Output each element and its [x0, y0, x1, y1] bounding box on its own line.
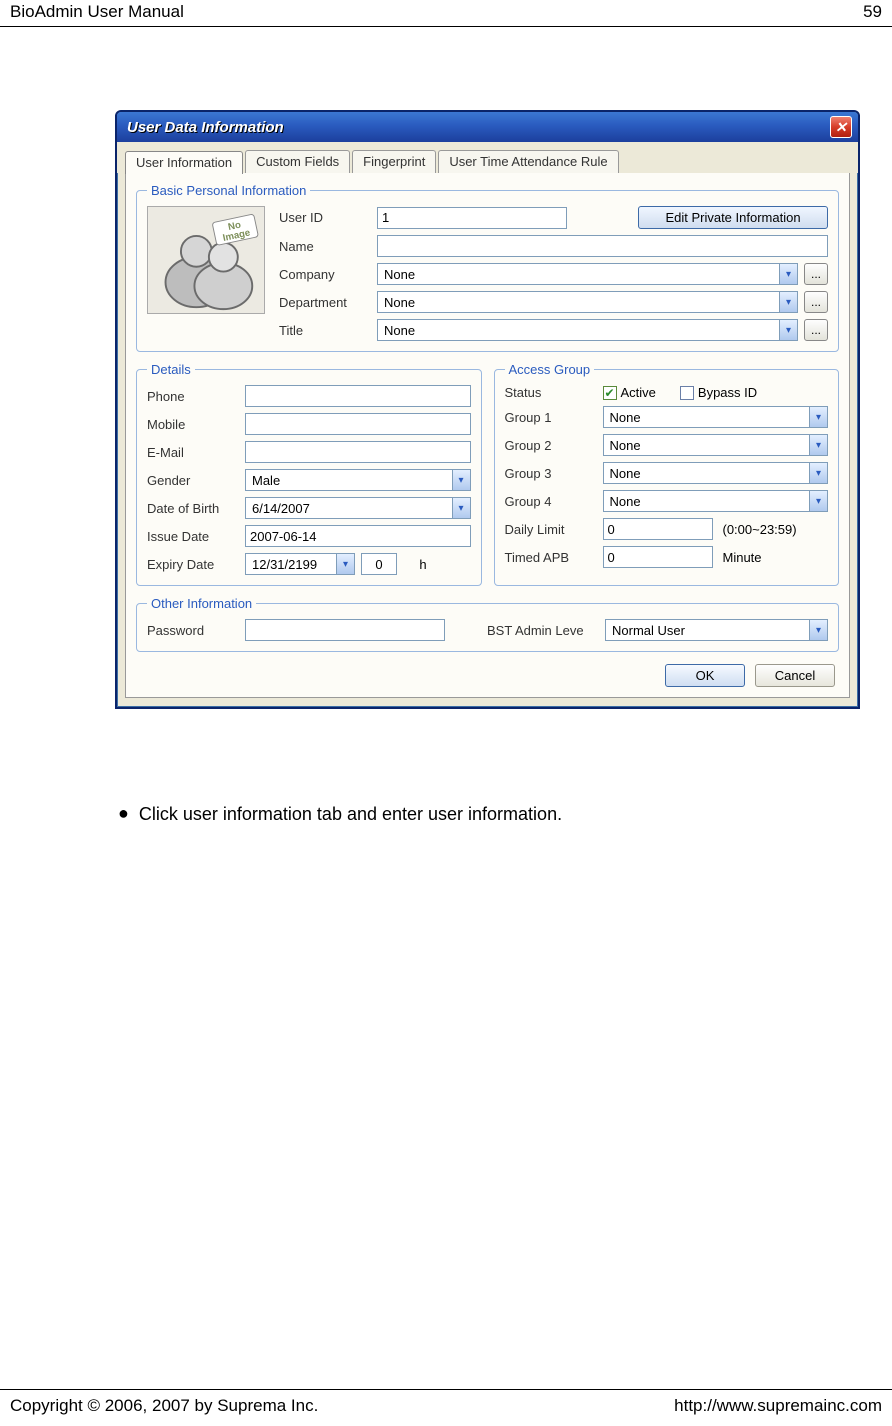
chevron-down-icon: ▾ — [809, 435, 827, 455]
status-label: Status — [505, 385, 597, 400]
access-legend: Access Group — [505, 362, 595, 377]
email-input[interactable] — [245, 441, 471, 463]
daily-limit-hint: (0:00~23:59) — [723, 522, 797, 537]
expiry-date-label: Expiry Date — [147, 557, 239, 572]
basic-legend: Basic Personal Information — [147, 183, 310, 198]
bst-admin-level-select[interactable]: Normal User▾ — [605, 619, 828, 641]
company-select[interactable]: None ▾ — [377, 263, 798, 285]
details-group: Details Phone Mobile E-Mail Gender Male▾… — [136, 362, 482, 586]
basic-personal-info-group: Basic Personal Information No Image — [136, 183, 839, 352]
titlebar[interactable]: User Data Information ✕ — [117, 112, 858, 142]
other-information-group: Other Information Password BST Admin Lev… — [136, 596, 839, 652]
timed-apb-unit: Minute — [723, 550, 762, 565]
other-legend: Other Information — [147, 596, 256, 611]
gender-select[interactable]: Male▾ — [245, 469, 471, 491]
chevron-down-icon: ▾ — [779, 264, 797, 284]
group3-label: Group 3 — [505, 466, 597, 481]
chevron-down-icon: ▾ — [809, 491, 827, 511]
checkbox-checked-icon: ✔ — [603, 386, 617, 400]
bst-admin-level-label: BST Admin Leve — [487, 623, 599, 638]
chevron-down-icon: ▾ — [809, 620, 827, 640]
department-browse-button[interactable]: ... — [804, 291, 828, 313]
cancel-button[interactable]: Cancel — [755, 664, 835, 687]
department-select[interactable]: None ▾ — [377, 291, 798, 313]
edit-private-info-button[interactable]: Edit Private Information — [638, 206, 828, 229]
daily-limit-input[interactable] — [603, 518, 713, 540]
page-footer: Copyright © 2006, 2007 by Suprema Inc. h… — [0, 1389, 892, 1416]
issue-date-label: Issue Date — [147, 529, 239, 544]
gender-label: Gender — [147, 473, 239, 488]
chevron-down-icon: ▾ — [452, 470, 470, 490]
email-label: E-Mail — [147, 445, 239, 460]
expiry-hour-unit: h — [403, 557, 443, 572]
copyright-text: Copyright © 2006, 2007 by Suprema Inc. — [10, 1396, 318, 1416]
group3-select[interactable]: None▾ — [603, 462, 829, 484]
ok-button[interactable]: OK — [665, 664, 745, 687]
no-image-icon: No Image — [148, 207, 264, 313]
tab-user-information[interactable]: User Information — [125, 151, 243, 174]
group2-label: Group 2 — [505, 438, 597, 453]
group2-select[interactable]: None▾ — [603, 434, 829, 456]
chevron-down-icon: ▾ — [336, 554, 354, 574]
instruction-line: ● Click user information tab and enter u… — [118, 804, 562, 825]
dialog-buttons: OK Cancel — [136, 660, 839, 689]
chevron-down-icon: ▾ — [809, 407, 827, 427]
instruction-text: Click user information tab and enter use… — [139, 804, 562, 825]
page-header: BioAdmin User Manual 59 — [0, 0, 892, 27]
dialog-title: User Data Information — [127, 119, 830, 136]
checkbox-unchecked-icon — [680, 386, 694, 400]
department-label: Department — [279, 295, 371, 310]
mobile-input[interactable] — [245, 413, 471, 435]
group4-select[interactable]: None▾ — [603, 490, 829, 512]
timed-apb-input[interactable] — [603, 546, 713, 568]
phone-input[interactable] — [245, 385, 471, 407]
password-label: Password — [147, 623, 239, 638]
company-browse-button[interactable]: ... — [804, 263, 828, 285]
bullet-icon: ● — [118, 804, 129, 825]
group1-select[interactable]: None▾ — [603, 406, 829, 428]
group4-label: Group 4 — [505, 494, 597, 509]
issue-date-input[interactable] — [245, 525, 471, 547]
title-label: Title — [279, 323, 371, 338]
chevron-down-icon: ▾ — [779, 292, 797, 312]
access-group-group: Access Group Status ✔Active Bypass ID Gr… — [494, 362, 840, 586]
tab-user-time-attendance[interactable]: User Time Attendance Rule — [438, 150, 618, 173]
chevron-down-icon: ▾ — [452, 498, 470, 518]
user-id-label: User ID — [279, 210, 371, 225]
close-icon[interactable]: ✕ — [830, 116, 852, 138]
title-browse-button[interactable]: ... — [804, 319, 828, 341]
password-input[interactable] — [245, 619, 445, 641]
bypass-id-checkbox[interactable]: Bypass ID — [680, 385, 757, 400]
phone-label: Phone — [147, 389, 239, 404]
company-label: Company — [279, 267, 371, 282]
tab-custom-fields[interactable]: Custom Fields — [245, 150, 350, 173]
expiry-date-datepicker[interactable]: 12/31/2199▾ — [245, 553, 355, 575]
title-select[interactable]: None ▾ — [377, 319, 798, 341]
user-photo-placeholder[interactable]: No Image — [147, 206, 265, 314]
chevron-down-icon: ▾ — [779, 320, 797, 340]
tab-fingerprint[interactable]: Fingerprint — [352, 150, 436, 173]
dob-label: Date of Birth — [147, 501, 239, 516]
mobile-label: Mobile — [147, 417, 239, 432]
header-left: BioAdmin User Manual — [10, 2, 184, 22]
tab-panel: Basic Personal Information No Image — [125, 172, 850, 698]
tab-strip: User Information Custom Fields Fingerpri… — [117, 142, 858, 173]
dob-datepicker[interactable]: 6/14/2007▾ — [245, 497, 471, 519]
expiry-hour-input[interactable] — [361, 553, 397, 575]
name-input[interactable] — [377, 235, 828, 257]
active-checkbox[interactable]: ✔Active — [603, 385, 656, 400]
daily-limit-label: Daily Limit — [505, 522, 597, 537]
details-legend: Details — [147, 362, 195, 377]
chevron-down-icon: ▾ — [809, 463, 827, 483]
group1-label: Group 1 — [505, 410, 597, 425]
user-data-dialog: User Data Information ✕ User Information… — [115, 110, 860, 709]
name-label: Name — [279, 239, 371, 254]
timed-apb-label: Timed APB — [505, 550, 597, 565]
footer-url: http://www.supremainc.com — [674, 1396, 882, 1416]
user-id-input[interactable] — [377, 207, 567, 229]
page-number: 59 — [863, 2, 882, 22]
